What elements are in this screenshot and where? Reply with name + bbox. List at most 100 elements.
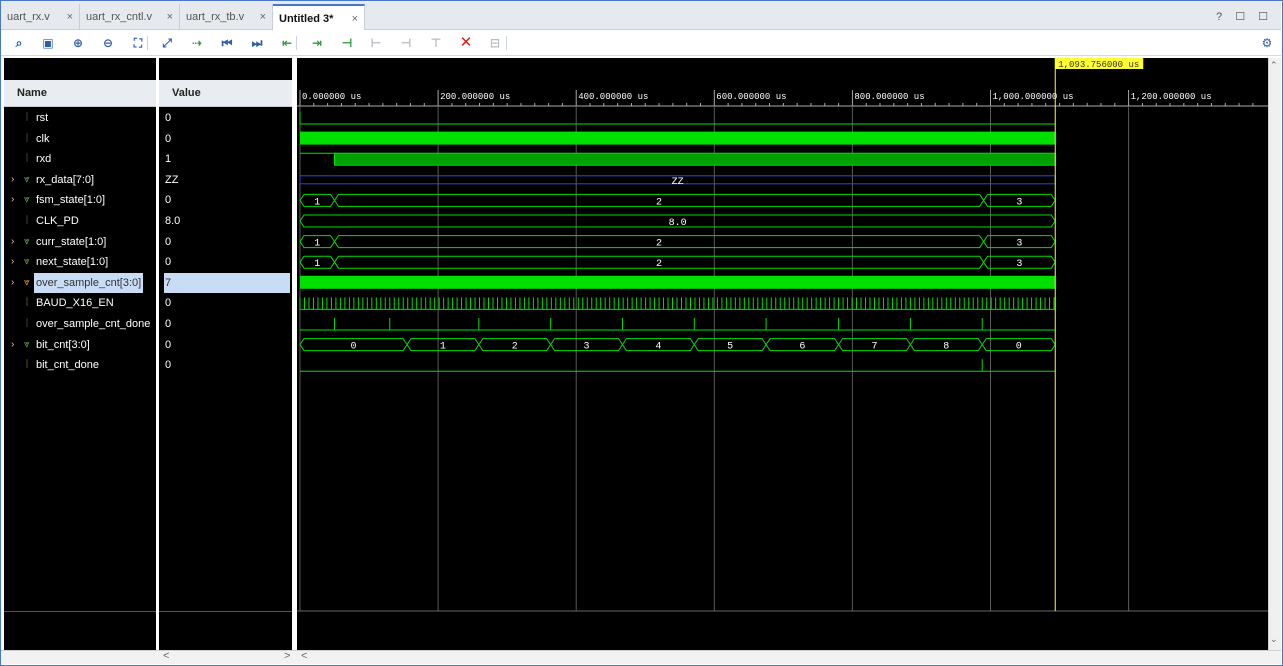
time-tick-label: 800.000000 us [854, 92, 924, 102]
next-state-waveform-label: 3 [1016, 259, 1022, 270]
zoom-out-icon[interactable]: ⊖ [98, 34, 118, 52]
rx-data-label: ZZ [672, 177, 684, 188]
add-marker-icon[interactable]: ⊣ [337, 34, 357, 52]
signal-row-clk[interactable]: ᛁ clk [4, 129, 156, 149]
signal-value[interactable]: 0 [164, 355, 290, 375]
signal-name: next_state[1:0] [36, 256, 109, 269]
horizontal-scrollbar[interactable]: < > < [1, 650, 1281, 664]
signal-name: clk [36, 132, 50, 145]
signal-row-over-sample-cnt[interactable]: › ⩔ over_sample_cnt[3:0] [4, 272, 156, 293]
expand-chevron-icon[interactable]: › [11, 170, 14, 190]
signal-value[interactable]: 0 [164, 335, 290, 355]
toolbar-separator [506, 36, 507, 50]
bus-signal-icon: ⩔ [24, 276, 30, 288]
previous-marker-icon[interactable]: ⊢ [366, 34, 386, 52]
signal-row-over-sample-cnt-done[interactable]: ᛁ over_sample_cnt_done [4, 314, 156, 334]
signal-name: rxd [36, 153, 52, 166]
save-icon[interactable]: ▣ [38, 34, 58, 52]
tab-label: uart_rx.v [7, 11, 50, 23]
scroll-right-icon[interactable]: > [284, 650, 290, 662]
swap-cursors-icon[interactable]: ⊤ [426, 34, 446, 52]
signal-value[interactable]: 0 [164, 190, 290, 210]
signal-value[interactable]: 0 [164, 129, 290, 149]
settings-gear-icon[interactable]: ⚙ [1257, 34, 1277, 52]
clk-pd-waveform-label: 8.0 [669, 218, 687, 229]
tab-label: uart_rx_cntl.v [86, 11, 153, 23]
signal-value[interactable]: 8.0 [164, 211, 290, 231]
signal-row-bit-cnt-done[interactable]: ᛁ bit_cnt_done [4, 355, 156, 375]
signal-value[interactable]: 0 [164, 314, 290, 334]
wave-scroll-left-icon[interactable]: < [301, 650, 307, 662]
signal-name: bit_cnt[3:0] [36, 338, 90, 351]
waveform-canvas[interactable]: 0.000000 us 200.000000 us 400.000000 us 600… [297, 58, 1268, 650]
bit-cnt-waveform-label: 4 [655, 342, 661, 353]
close-icon[interactable]: × [67, 4, 73, 30]
signal-name: rst [36, 112, 49, 124]
time-tick-label: 400.000000 us [578, 92, 648, 102]
signal-name: CLK_PD [36, 215, 79, 227]
signal-value[interactable]: 0 [164, 293, 290, 313]
signal-row-baud-x16-en[interactable]: ᛁ BAUD_X16_EN [4, 293, 156, 313]
bit-cnt-waveform-label: 1 [440, 342, 446, 353]
expand-chevron-icon[interactable]: › [11, 273, 14, 293]
curr-state-waveform-label: 2 [656, 239, 662, 250]
expand-chevron-icon[interactable]: › [11, 190, 14, 210]
window-controls[interactable]: ? ☐ ☐ [1216, 10, 1273, 23]
panel-divider [159, 611, 292, 612]
zoom-in-icon[interactable]: ⊕ [68, 34, 88, 52]
vertical-scrollbar[interactable]: ⌃ ⌄ [1268, 58, 1281, 650]
value-column-header[interactable]: Value [159, 80, 292, 107]
tab-uart-rx-tb[interactable]: uart_rx_tb.v × [180, 4, 273, 30]
signal-row-next-state[interactable]: › ⩔ next_state[1:0] [4, 252, 156, 272]
go-to-last-time-icon[interactable]: ⏭ [247, 34, 267, 52]
signal-row-fsm-state[interactable]: › ⩔ fsm_state[1:0] [4, 190, 156, 210]
bus-signal-icon: ⩔ [24, 173, 30, 185]
signal-row-bit-cnt[interactable]: › ⩔ bit_cnt[3:0] [4, 335, 156, 355]
zoom-fit-icon[interactable]: ⛶ [128, 34, 148, 52]
scroll-left-icon[interactable]: < [163, 650, 169, 662]
bus-signal-icon: ⩔ [24, 338, 30, 350]
signal-value[interactable]: 0 [164, 232, 290, 252]
scroll-up-icon[interactable]: ⌃ [1270, 60, 1278, 71]
signal-name: rx_data[7:0] [36, 173, 95, 186]
delete-markers-icon[interactable]: ✕ [456, 34, 476, 52]
bit-cnt-waveform-label: 2 [512, 342, 518, 353]
tab-uart-rx-cntl[interactable]: uart_rx_cntl.v × [80, 4, 180, 30]
tab-uart-rx[interactable]: uart_rx.v × [1, 4, 80, 30]
snap-to-transition-icon[interactable]: ⊟ [485, 34, 505, 52]
previous-transition-icon[interactable]: ⇤ [277, 34, 297, 52]
close-icon[interactable]: × [352, 6, 358, 32]
name-column-header[interactable]: Name [4, 80, 156, 107]
close-icon[interactable]: × [260, 4, 266, 30]
signal-row-clk-pd[interactable]: ᛁ CLK_PD [4, 211, 156, 231]
close-icon[interactable]: × [167, 4, 173, 30]
signal-value[interactable]: 7 [164, 272, 290, 293]
waveform-panel[interactable]: 0.000000 us 200.000000 us 400.000000 us 600… [297, 58, 1268, 650]
signal-value[interactable]: 1 [164, 149, 290, 169]
next-marker-icon[interactable]: ⊣ [396, 34, 416, 52]
search-icon[interactable]: ⌕ [9, 34, 29, 52]
over-sample-cnt-waveform [300, 275, 1056, 289]
expand-chevron-icon[interactable]: › [11, 335, 14, 355]
go-to-time-zero-icon[interactable]: ⏮ [217, 34, 237, 52]
bit-cnt-waveform-label: 5 [727, 342, 733, 353]
cursor-time-label: 1,093.756000 us [1058, 60, 1139, 70]
expand-chevron-icon[interactable]: › [11, 252, 14, 272]
signal-value[interactable]: ZZ [164, 170, 290, 190]
tab-untitled-3[interactable]: Untitled 3* × [273, 4, 365, 31]
go-to-cursor-icon[interactable]: ⇢ [187, 34, 207, 52]
scroll-down-icon[interactable]: ⌄ [1270, 634, 1278, 645]
next-transition-icon[interactable]: ⇥ [307, 34, 327, 52]
toolbar-separator [147, 36, 148, 50]
signal-value[interactable]: 0 [164, 252, 290, 272]
signal-row-rxd[interactable]: ᛁ rxd [4, 149, 156, 169]
bit-cnt-waveform-label: 8 [943, 342, 949, 353]
bit-cnt-waveform-label: 7 [871, 342, 877, 353]
signal-value[interactable]: 0 [164, 108, 290, 128]
signal-row-rx-data[interactable]: › ⩔ rx_data[7:0] [4, 170, 156, 190]
expand-chevron-icon[interactable]: › [11, 232, 14, 252]
cursor-icon[interactable]: ⤢ [157, 34, 177, 52]
signal-row-rst[interactable]: ᛁ rst [4, 108, 156, 128]
signal-row-curr-state[interactable]: › ⩔ curr_state[1:0] [4, 232, 156, 252]
bus-signal-icon: ⩔ [24, 256, 30, 268]
